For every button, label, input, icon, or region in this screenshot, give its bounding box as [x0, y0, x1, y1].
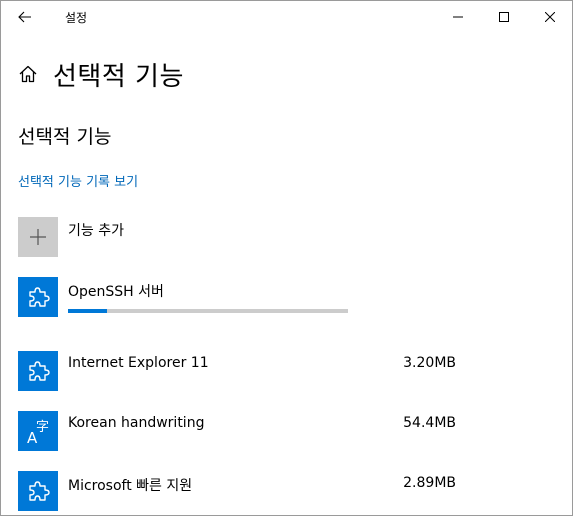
window-title: 설정: [65, 11, 88, 25]
feature-size: 3.20MB: [403, 355, 456, 371]
settings-window: 설정 선택적 기능 선택적 기능 선택적 기능 기록 보기 기능 추가 Open…: [0, 0, 573, 516]
feature-tile: A 字: [18, 411, 58, 451]
minimize-icon: [453, 16, 463, 18]
feature-name: Korean handwriting: [68, 415, 205, 431]
feature-size: 54.4MB: [403, 415, 456, 431]
minimize-button[interactable]: [435, 1, 481, 33]
feature-tile: [18, 351, 58, 391]
add-feature-tile: [18, 217, 58, 257]
home-button[interactable]: [18, 63, 40, 85]
maximize-icon: [499, 12, 509, 22]
close-button[interactable]: [527, 1, 572, 33]
install-progress-bar: [68, 309, 348, 313]
install-progress-fill: [68, 309, 108, 313]
feature-history-link[interactable]: 선택적 기능 기록 보기: [18, 171, 138, 190]
puzzle-icon: [29, 361, 50, 381]
feature-tile: [18, 471, 58, 511]
page-title: 선택적 기능: [53, 61, 184, 92]
feature-name: Internet Explorer 11: [68, 355, 209, 371]
feature-name: OpenSSH 서버: [68, 284, 164, 300]
page-header: 선택적 기능: [18, 57, 184, 92]
puzzle-icon: [29, 481, 50, 501]
maximize-button[interactable]: [481, 1, 527, 33]
back-arrow-icon: [18, 11, 31, 23]
feature-size: 2.89MB: [403, 475, 456, 491]
add-feature-label: 기능 추가: [68, 223, 124, 239]
close-icon: [545, 12, 555, 22]
feature-item[interactable]: Internet Explorer 11 3.20MB: [18, 351, 478, 393]
feature-item[interactable]: Microsoft 빠른 지원 2.89MB: [18, 471, 478, 513]
add-feature-button[interactable]: 기능 추가: [18, 217, 124, 259]
section-title: 선택적 기능: [18, 126, 112, 148]
home-icon: [19, 65, 37, 83]
feature-item[interactable]: A 字 Korean handwriting 54.4MB: [18, 411, 478, 453]
feature-tile: [18, 277, 58, 317]
puzzle-icon: [29, 287, 50, 307]
language-icon: A 字: [27, 420, 49, 445]
back-button[interactable]: [9, 3, 41, 31]
feature-name: Microsoft 빠른 지원: [68, 478, 193, 494]
title-bar: 설정: [1, 1, 572, 33]
svg-text:字: 字: [36, 420, 49, 435]
feature-item-installing[interactable]: OpenSSH 서버: [18, 277, 478, 319]
plus-icon: [30, 229, 46, 245]
